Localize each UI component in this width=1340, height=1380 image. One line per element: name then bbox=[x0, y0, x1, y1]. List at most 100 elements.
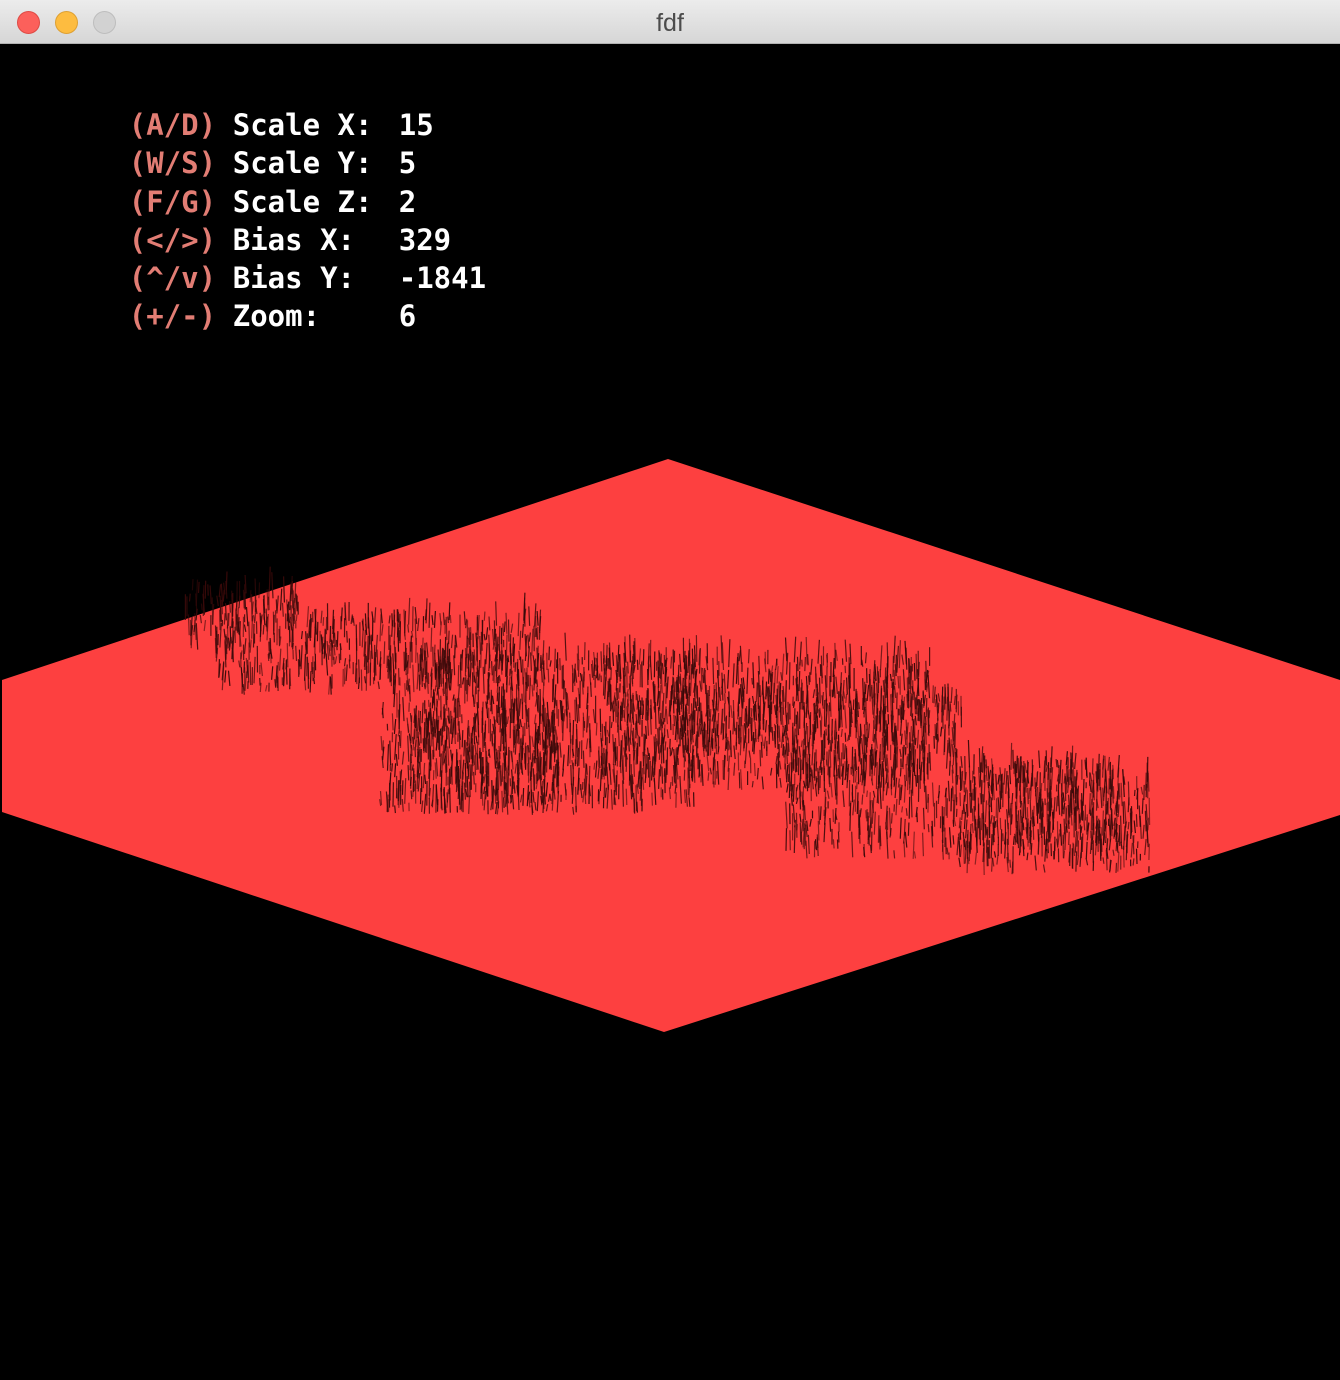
terrain-stroke bbox=[453, 655, 456, 676]
terrain-stroke bbox=[1010, 814, 1013, 825]
terrain-stroke bbox=[187, 614, 190, 636]
terrain-stroke bbox=[391, 713, 394, 731]
terrain-stroke bbox=[918, 661, 920, 677]
terrain-stroke bbox=[262, 624, 265, 635]
terrain-stroke bbox=[904, 747, 907, 756]
terrain-stroke bbox=[668, 700, 671, 717]
terrain-stroke bbox=[574, 699, 576, 722]
terrain-stroke bbox=[792, 784, 795, 802]
terrain-stroke bbox=[419, 746, 422, 775]
terrain-stroke bbox=[407, 654, 409, 674]
terrain-stroke bbox=[459, 662, 462, 688]
terrain-stroke bbox=[376, 649, 379, 665]
terrain-stroke bbox=[495, 752, 498, 763]
terrain-stroke bbox=[631, 677, 634, 687]
terrain-stroke bbox=[530, 652, 532, 671]
terrain-stroke bbox=[661, 766, 664, 784]
terrain-stroke bbox=[200, 603, 203, 611]
terrain-stroke bbox=[259, 616, 262, 642]
terrain-stroke bbox=[928, 710, 931, 719]
terrain-stroke bbox=[995, 773, 998, 791]
terrain-stroke bbox=[404, 683, 406, 697]
terrain-stroke bbox=[1086, 814, 1088, 835]
terrain-stroke bbox=[1017, 758, 1020, 784]
terrain-stroke bbox=[658, 744, 661, 760]
terrain-stroke bbox=[595, 722, 598, 736]
terrain-stroke bbox=[820, 740, 823, 764]
terrain-stroke bbox=[298, 649, 301, 667]
terrain-stroke bbox=[994, 821, 997, 828]
terrain-stroke bbox=[951, 769, 954, 784]
terrain-stroke bbox=[399, 771, 402, 792]
terrain-stroke bbox=[479, 635, 482, 655]
terrain-stroke bbox=[645, 690, 648, 711]
terrain-stroke bbox=[313, 677, 316, 685]
terrain-stroke bbox=[899, 767, 902, 777]
terrain-stroke bbox=[358, 659, 360, 684]
terrain-stroke bbox=[660, 653, 662, 679]
terrain-stroke bbox=[759, 685, 762, 697]
terrain-stroke bbox=[466, 677, 469, 702]
terrain-stroke bbox=[598, 791, 600, 805]
terrain-stroke bbox=[669, 782, 672, 789]
terrain-stroke bbox=[1147, 817, 1150, 831]
terrain-stroke bbox=[922, 832, 924, 857]
terrain-stroke bbox=[494, 629, 496, 653]
terrain-stroke bbox=[966, 789, 969, 817]
terrain-stroke bbox=[421, 653, 423, 661]
terrain-stroke bbox=[346, 630, 348, 643]
terrain-stroke bbox=[680, 704, 683, 712]
terrain-stroke bbox=[698, 648, 701, 674]
terrain-stroke bbox=[343, 667, 346, 685]
terrain-stroke bbox=[702, 674, 704, 684]
terrain-stroke bbox=[829, 817, 832, 832]
terrain-stroke bbox=[498, 625, 501, 651]
terrain-stroke bbox=[859, 773, 862, 782]
terrain-stroke bbox=[1098, 769, 1101, 786]
terrain-stroke bbox=[782, 744, 784, 756]
terrain-stroke bbox=[1075, 851, 1078, 872]
terrain-stroke bbox=[612, 742, 615, 766]
terrain-stroke bbox=[639, 761, 641, 790]
terrain-stroke bbox=[961, 810, 964, 821]
terrain-stroke bbox=[659, 712, 662, 731]
terrain-stroke bbox=[824, 788, 827, 808]
terrain-stroke bbox=[432, 727, 434, 737]
terrain-stroke bbox=[398, 734, 401, 747]
terrain-stroke bbox=[639, 706, 641, 725]
terrain-stroke bbox=[901, 806, 904, 813]
terrain-stroke bbox=[924, 671, 926, 691]
terrain-stroke bbox=[649, 760, 651, 788]
terrain-stroke bbox=[298, 660, 300, 677]
terrain-stroke bbox=[407, 624, 410, 633]
hud-key: (^/v) bbox=[128, 260, 217, 295]
terrain-stroke bbox=[242, 589, 245, 609]
terrain-stroke bbox=[610, 721, 613, 729]
terrain-stroke bbox=[571, 735, 574, 758]
terrain-stroke bbox=[218, 584, 222, 597]
terrain-stroke bbox=[508, 749, 511, 776]
terrain-stroke bbox=[662, 737, 665, 764]
terrain-stroke bbox=[1127, 797, 1130, 813]
terrain-stroke bbox=[593, 762, 596, 770]
terrain-stroke bbox=[484, 659, 486, 674]
terrain-stroke bbox=[406, 673, 409, 686]
terrain-stroke bbox=[913, 662, 916, 681]
terrain-stroke bbox=[878, 830, 881, 843]
terrain-stroke bbox=[834, 642, 836, 668]
terrain-stroke bbox=[802, 738, 805, 756]
terrain-stroke bbox=[483, 611, 486, 621]
terrain-stroke bbox=[912, 680, 914, 701]
terrain-stroke bbox=[1030, 843, 1033, 855]
terrain-stroke bbox=[197, 581, 200, 594]
terrain-stroke bbox=[225, 571, 228, 591]
terrain-stroke bbox=[598, 673, 601, 681]
terrain-stroke bbox=[468, 795, 471, 814]
terrain-stroke bbox=[882, 732, 885, 748]
terrain-stroke bbox=[724, 693, 726, 704]
terrain-stroke bbox=[442, 657, 445, 684]
terrain-stroke bbox=[1049, 821, 1051, 839]
terrain-stroke bbox=[533, 774, 536, 791]
terrain-stroke bbox=[496, 704, 498, 724]
terrain-stroke bbox=[816, 834, 819, 849]
